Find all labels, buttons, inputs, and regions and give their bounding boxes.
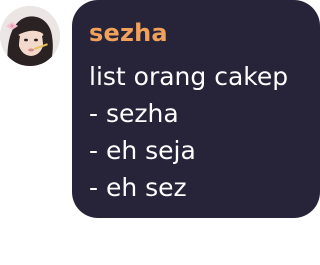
avatar-photo-icon: [0, 6, 60, 66]
message-line: - sezha: [89, 99, 179, 128]
avatar[interactable]: [0, 6, 60, 66]
message-line: list orang cakep: [89, 62, 289, 91]
message-author[interactable]: sezha: [89, 18, 304, 48]
message-line: - eh sez: [89, 173, 187, 202]
message-text: list orang cakep - sezha - eh seja - eh …: [89, 58, 304, 206]
chat-message: sezha list orang cakep - sezha - eh seja…: [0, 0, 320, 265]
message-bubble[interactable]: sezha list orang cakep - sezha - eh seja…: [72, 0, 320, 218]
message-line: - eh seja: [89, 136, 196, 165]
